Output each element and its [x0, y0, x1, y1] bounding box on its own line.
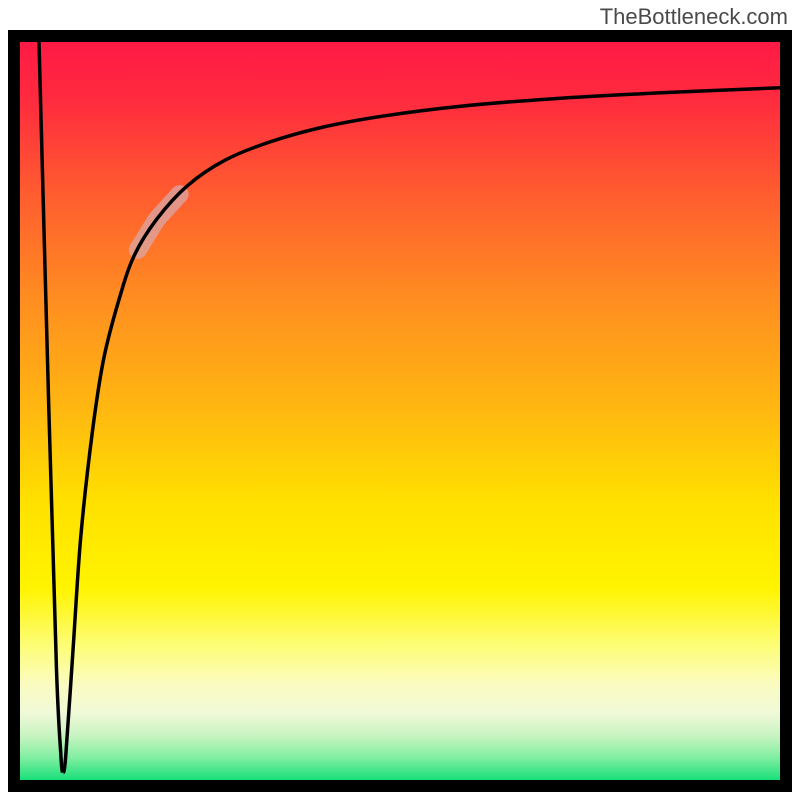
- watermark-label: TheBottleneck.com: [600, 4, 788, 30]
- chart-background: [20, 42, 780, 780]
- bottleneck-chart: [0, 0, 800, 800]
